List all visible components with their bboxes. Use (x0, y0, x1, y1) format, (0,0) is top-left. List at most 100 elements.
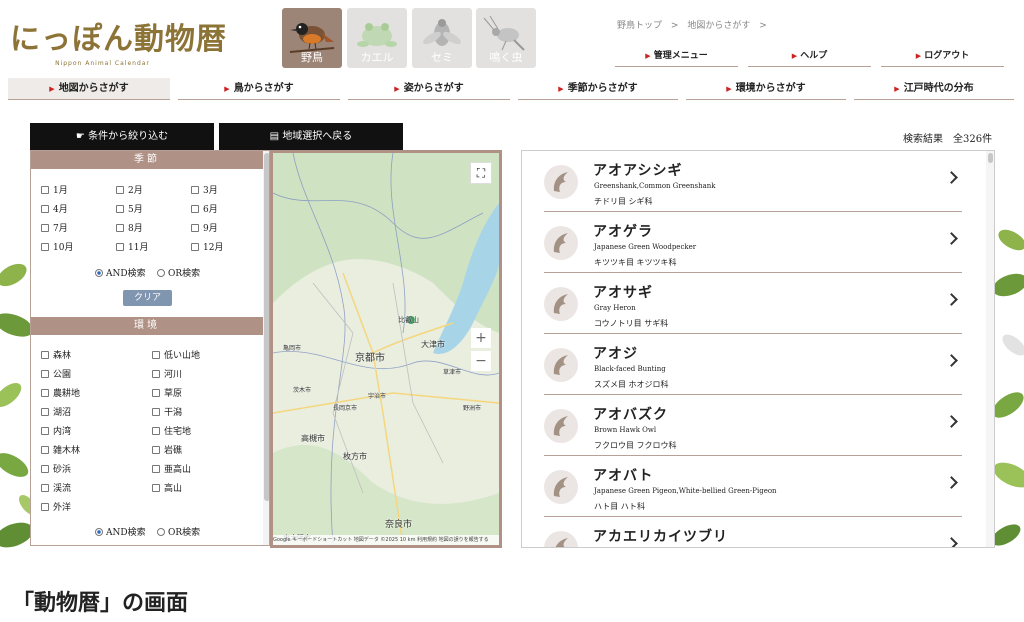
admin-menu-label: 管理メニュー (653, 51, 708, 61)
env-or-label: OR検索 (168, 528, 201, 538)
environment-checkbox[interactable]: 岩礁 (152, 443, 182, 456)
map-place-label: 宇治市 (368, 393, 387, 400)
logout-link[interactable]: ▶ ログアウト (881, 45, 1004, 67)
arrow-icon: ▶ (726, 84, 732, 93)
environment-checkbox[interactable]: 森林 (41, 348, 71, 361)
month-checkbox[interactable]: 9月 (191, 221, 218, 234)
breadcrumb-home[interactable]: 野鳥トップ (617, 21, 662, 31)
checkbox-icon (152, 426, 160, 435)
environment-checkbox[interactable]: 亜高山 (152, 462, 191, 475)
admin-menu-link[interactable]: ▶ 管理メニュー (615, 45, 738, 67)
result-family: キツツキ目 キツツキ科 (594, 258, 677, 267)
map-canvas[interactable] (273, 153, 499, 545)
tab-search-appearance[interactable]: ▶ 姿からさがす (348, 78, 510, 100)
checkbox-icon (152, 388, 160, 397)
environment-checkbox[interactable]: 低い山地 (152, 348, 200, 361)
environment-checkbox[interactable]: 河川 (152, 367, 182, 380)
environment-checkbox[interactable]: 砂浜 (41, 462, 71, 475)
filter-conditions-button[interactable]: ☛ 条件から絞り込む (30, 123, 214, 151)
result-english-name: Brown Hawk Owl (594, 426, 657, 434)
result-english-name: Gray Heron (594, 304, 636, 312)
checkbox-icon (116, 223, 124, 232)
help-link[interactable]: ▶ ヘルプ (748, 45, 871, 67)
environment-checkbox[interactable]: 干潟 (152, 405, 182, 418)
tab-search-environment[interactable]: ▶ 環境からさがす (686, 78, 846, 100)
result-row[interactable]: アオアシシギ Greenshank,Common Greenshank チドリ目 シ… (544, 151, 962, 212)
chevron-right-icon (945, 171, 958, 184)
result-row[interactable]: アオサギ Gray Heron コウノトリ目 サギ科 (544, 273, 962, 334)
environment-checkbox[interactable]: 外洋 (41, 500, 71, 513)
map-place-label: 亀岡市 (283, 345, 302, 352)
month-checkbox[interactable]: 6月 (191, 202, 218, 215)
tab-label: 季節からさがす (567, 83, 638, 94)
environment-checkbox[interactable]: 内湾 (41, 424, 71, 437)
result-row[interactable]: アカエリカイツブリ (544, 517, 962, 547)
environment-checkbox[interactable]: 湖沼 (41, 405, 71, 418)
bird-silhouette-icon (544, 226, 578, 260)
checkbox-icon (152, 350, 160, 359)
checkbox-icon (41, 502, 49, 511)
month-checkbox[interactable]: 11月 (116, 240, 148, 253)
checkbox-icon (41, 445, 49, 454)
result-row[interactable]: アオバズク Brown Hawk Owl フクロウ目 フクロウ科 (544, 395, 962, 456)
tab-search-bird[interactable]: ▶ 鳥からさがす (178, 78, 340, 100)
environment-checkbox[interactable]: 農耕地 (41, 386, 80, 399)
checkbox-icon (152, 483, 160, 492)
month-checkbox[interactable]: 12月 (191, 240, 223, 253)
environment-checkbox[interactable]: 住宅地 (152, 424, 191, 437)
category-frog[interactable]: カエル (347, 8, 407, 68)
filter-scrollbar[interactable] (263, 151, 269, 545)
tab-label: 江戸時代の分布 (903, 83, 974, 94)
environment-checkbox[interactable]: 草原 (152, 386, 182, 399)
chevron-right-icon (945, 476, 958, 489)
month-checkbox[interactable]: 7月 (41, 221, 68, 234)
arrow-icon: ▶ (224, 84, 230, 93)
month-checkbox[interactable]: 5月 (116, 202, 143, 215)
environment-label: 外洋 (53, 503, 72, 513)
tab-edo-distribution[interactable]: ▶ 江戸時代の分布 (854, 78, 1014, 100)
result-row[interactable]: アオバト Japanese Green Pigeon,White-bellied … (544, 456, 962, 517)
tab-search-map[interactable]: ▶ 地図からさがす (8, 78, 170, 100)
checkbox-icon (41, 242, 49, 251)
filter-panel: 季節 1月 2月 3月 4月 5月 6月 7月 8月 9月 10月 11月 12月 AND検索 OR検… (30, 150, 270, 546)
radio-unchecked-icon (157, 268, 165, 277)
clear-button[interactable]: クリア (123, 290, 172, 306)
environment-label: 高山 (164, 484, 183, 494)
season-or-radio[interactable]: OR検索 (157, 266, 200, 279)
category-bird[interactable]: 野鳥 (282, 8, 342, 68)
month-label: 7月 (53, 224, 68, 234)
environment-checkbox[interactable]: 公園 (41, 367, 71, 380)
checkbox-icon (116, 185, 124, 194)
env-or-radio[interactable]: OR検索 (157, 525, 200, 538)
month-checkbox[interactable]: 3月 (191, 183, 218, 196)
zoom-out-button[interactable]: − (471, 351, 491, 371)
site-logo[interactable]: にっぽん動物暦 Nippon Animal Calendar (10, 14, 226, 67)
tab-search-season[interactable]: ▶ 季節からさがす (518, 78, 678, 100)
environment-checkbox[interactable]: 高山 (152, 481, 182, 494)
month-checkbox[interactable]: 2月 (116, 183, 143, 196)
category-cricket[interactable]: 鳴く虫 (476, 8, 536, 68)
result-row[interactable]: アオゲラ Japanese Green Woodpecker キツツキ目 キツツキ科 (544, 212, 962, 273)
result-english-name: Japanese Green Pigeon,White-bellied Gree… (594, 487, 777, 495)
month-checkbox[interactable]: 4月 (41, 202, 68, 215)
map-view[interactable]: 京都市大津市比叡山高槻市枚方市奈良市宇治市草津市茨木市亀岡市東大阪市長岡京市野洲… (270, 150, 502, 548)
results-scrollbar[interactable] (986, 151, 994, 547)
scrollbar-thumb[interactable] (988, 153, 993, 163)
season-and-radio[interactable]: AND検索 (95, 266, 146, 279)
env-and-radio[interactable]: AND検索 (95, 525, 146, 538)
fullscreen-button[interactable]: ⛶ (470, 162, 492, 184)
breadcrumb-current[interactable]: 地図からさがす (687, 21, 750, 31)
result-row[interactable]: アオジ Black-faced Bunting スズメ目 ホオジロ科 (544, 334, 962, 395)
environment-heading: 環境 (31, 317, 263, 335)
back-to-region-button[interactable]: ▤ 地域選択へ戻る (219, 123, 403, 151)
environment-checkbox[interactable]: 雑木林 (41, 443, 80, 456)
month-checkbox[interactable]: 1月 (41, 183, 68, 196)
list-icon: ▤ (269, 131, 283, 142)
environment-checkbox[interactable]: 渓流 (41, 481, 71, 494)
checkbox-icon (41, 426, 49, 435)
category-cicada[interactable]: セミ (412, 8, 472, 68)
result-english-name: Black-faced Bunting (594, 365, 666, 373)
month-checkbox[interactable]: 8月 (116, 221, 143, 234)
month-checkbox[interactable]: 10月 (41, 240, 73, 253)
zoom-in-button[interactable]: + (471, 328, 491, 348)
